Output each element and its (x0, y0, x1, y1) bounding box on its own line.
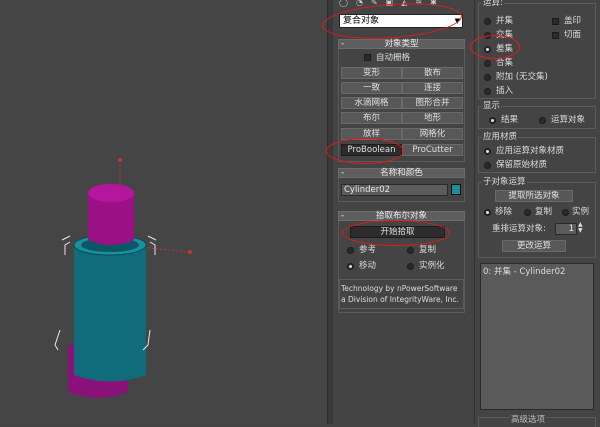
proboolean-parameters-panel: 运算: 并集 交集 差集 合集 附加 (无交集) 插入 盖印 切面 显示 结果 … (474, 0, 600, 427)
reference-radio[interactable] (347, 247, 354, 254)
merge-radio[interactable] (484, 60, 491, 67)
remove-label: 移除 (495, 207, 513, 217)
start-picking-button[interactable]: 开始拾取 (350, 226, 445, 238)
subtraction-label: 差集 (496, 44, 514, 54)
apply-material-title: 应用材质 (482, 132, 519, 142)
display-operands-radio[interactable] (539, 117, 546, 124)
object-category-dropdown[interactable]: 复合对象 ▼ (339, 14, 463, 28)
cameras-icon[interactable]: ▣ (386, 0, 394, 7)
collapse-icon: - (341, 211, 345, 221)
remove-radio[interactable] (484, 209, 491, 216)
object-type-rollout-header[interactable]: - 对象类型 (338, 39, 465, 49)
cylinder02-teal (74, 245, 146, 382)
boolean-button[interactable]: 布尔 (341, 112, 402, 124)
lights-icon[interactable]: ✎ (371, 0, 378, 7)
credits-line-1: Technology by nPowerSoftware (341, 284, 458, 293)
rollout-title: 拾取布尔对象 (375, 211, 427, 221)
sub-object-title: 子对象运算 (482, 177, 527, 187)
cylinder-top-cap (88, 184, 134, 202)
dropdown-value: 复合对象 (343, 16, 380, 26)
mesher-button[interactable]: 网格化 (402, 128, 463, 140)
dropdown-arrow-icon: ▼ (454, 17, 460, 25)
auto-grid-label: 自动栅格 (376, 53, 411, 63)
object-color-swatch[interactable] (451, 184, 461, 195)
move-label: 移动 (359, 261, 377, 271)
copy-mode-radio[interactable] (524, 209, 531, 216)
apply-operand-material-radio[interactable] (484, 148, 491, 155)
cookie-checkbox[interactable] (552, 32, 559, 39)
extract-selected-button[interactable]: 提取所选对象 (495, 190, 573, 202)
geometry-icon[interactable]: ◯ (339, 0, 348, 7)
instance-mode-radio[interactable] (562, 209, 569, 216)
morph-button[interactable]: 变形 (341, 67, 402, 79)
create-command-panel: ◯ ◔ ✎ ▣ ◭ ≋ ✱ 复合对象 ▼ - 对象类型 自动栅格 变形 散布 一… (333, 0, 468, 424)
imprint-label: 盖印 (564, 16, 582, 26)
union-label: 并集 (496, 16, 514, 26)
spinner-icon[interactable]: ▲ ▼ (578, 222, 583, 234)
merge-label: 合集 (496, 58, 514, 68)
imprint-checkbox[interactable] (552, 18, 559, 25)
intersection-radio[interactable] (484, 32, 491, 39)
retain-original-material-radio[interactable] (484, 162, 491, 169)
collapse-icon: - (341, 39, 345, 49)
apply-operand-material-label: 应用运算对象材质 (496, 146, 565, 156)
insert-radio[interactable] (484, 88, 491, 95)
object-name-input[interactable]: Cylinder02 (341, 184, 448, 196)
union-radio[interactable] (484, 18, 491, 25)
conform-button[interactable]: 一致 (341, 82, 402, 94)
procutter-button[interactable]: ProCutter (402, 144, 463, 156)
cookie-label: 切面 (564, 30, 582, 40)
shapemerge-button[interactable]: 图形合并 (402, 97, 463, 109)
display-result-label: 结果 (501, 115, 519, 125)
operation-group-title: 运算: (482, 0, 504, 8)
intersection-label: 交集 (496, 30, 514, 40)
operand-list[interactable]: 0: 并集 - Cylinder02 (480, 263, 594, 410)
copy-mode-label: 复制 (535, 207, 553, 217)
loft-button[interactable]: 放样 (341, 128, 402, 140)
display-result-radio[interactable] (489, 117, 496, 124)
insert-label: 插入 (496, 86, 514, 96)
spacewarps-icon[interactable]: ≋ (415, 0, 422, 7)
subtraction-radio[interactable] (484, 46, 491, 53)
reorder-operands-input[interactable]: 1 (555, 223, 577, 235)
instance-label: 实例化 (419, 261, 445, 271)
display-group-title: 显示 (482, 101, 502, 111)
scatter-button[interactable]: 散布 (402, 67, 463, 79)
instance-radio[interactable] (407, 263, 414, 270)
reference-label: 参考 (359, 245, 377, 255)
systems-icon[interactable]: ✱ (430, 0, 437, 7)
change-operation-button[interactable]: 更改运算 (502, 240, 566, 252)
helpers-icon[interactable]: ◭ (401, 0, 407, 7)
attach-label: 附加 (无交集) (496, 72, 548, 82)
attach-radio[interactable] (484, 74, 491, 81)
list-item[interactable]: 0: 并集 - Cylinder02 (483, 267, 565, 277)
shapes-icon[interactable]: ◔ (356, 0, 363, 7)
move-radio[interactable] (347, 263, 354, 270)
reorder-operands-label: 重排运算对象: (492, 224, 546, 234)
blobmesh-button[interactable]: 水滴网格 (341, 97, 402, 109)
retain-original-material-label: 保留原始材质 (496, 160, 548, 170)
connect-button[interactable]: 连接 (402, 82, 463, 94)
auto-grid-checkbox[interactable] (364, 54, 371, 61)
terrain-button[interactable]: 地形 (402, 112, 463, 124)
credits-line-2: a Division of IntegrityWare, Inc. (341, 295, 459, 304)
display-operands-label: 运算对象 (551, 115, 586, 125)
viewport-canvas (54, 158, 192, 398)
instance-mode-label: 实例 (572, 207, 590, 217)
pick-boolean-rollout-header[interactable]: - 拾取布尔对象 (338, 211, 465, 221)
name-color-rollout-header[interactable]: - 名称和颜色 (338, 168, 465, 178)
rollout-title: 名称和颜色 (380, 168, 423, 178)
proboolean-button[interactable]: ProBoolean (341, 144, 402, 156)
copy-label: 复制 (419, 245, 437, 255)
copy-radio[interactable] (407, 247, 414, 254)
collapse-icon: - (341, 168, 345, 178)
perspective-viewport[interactable] (0, 0, 327, 424)
rollout-title: 对象类型 (384, 39, 419, 49)
create-toolbar-icons[interactable]: ◯ ◔ ✎ ▣ ◭ ≋ ✱ (339, 0, 437, 7)
